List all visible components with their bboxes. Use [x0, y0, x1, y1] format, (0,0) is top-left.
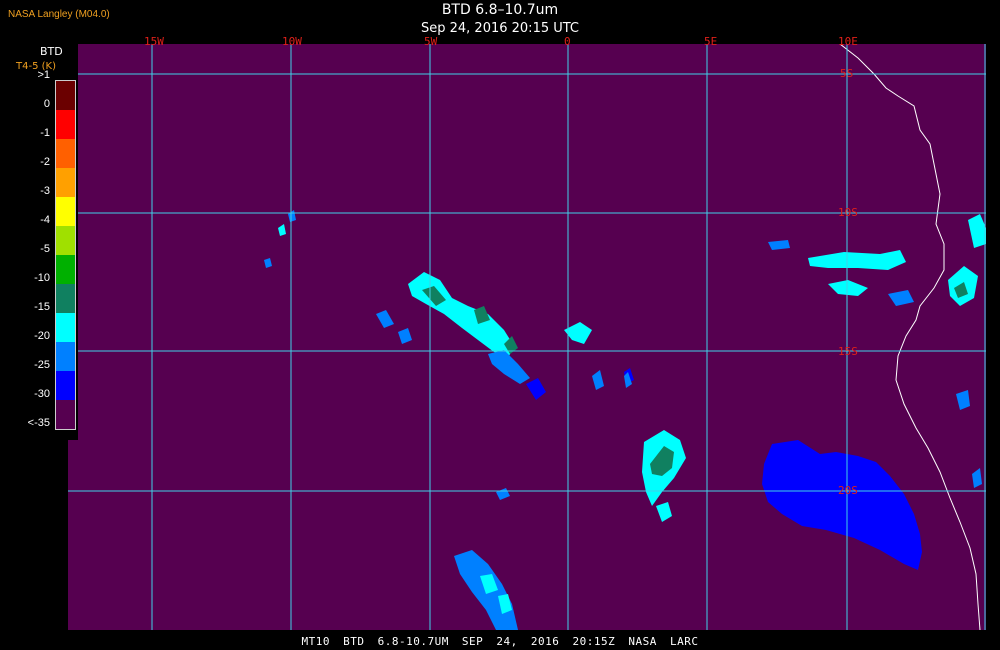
legend-title: BTD — [40, 45, 63, 58]
lon-label-5e: 5E — [704, 35, 718, 48]
lon-label-10e: 10E — [838, 35, 858, 48]
lat-label-5s: 5S — [840, 67, 854, 80]
lat-label-10s: 10S — [838, 206, 858, 219]
legend-tick-label: <-35 — [27, 417, 50, 429]
legend-swatch — [56, 197, 75, 226]
legend-tick-label: -5 — [40, 243, 50, 255]
lat-lon-grid — [68, 44, 986, 630]
satellite-map — [68, 44, 986, 630]
legend-tick-label: -15 — [34, 301, 50, 313]
legend-swatch — [56, 313, 75, 342]
legend-tick-label: -10 — [34, 272, 50, 284]
blue-cloud-area — [762, 440, 922, 570]
legend-swatch — [56, 342, 75, 371]
lat-label-15s: 15S — [838, 345, 858, 358]
legend-tick-label: -30 — [34, 388, 50, 400]
legend-swatch — [56, 226, 75, 255]
legend-tick-label: -4 — [40, 214, 50, 226]
legend-swatch — [56, 81, 75, 110]
legend-tick-label: -20 — [34, 330, 50, 342]
lat-label-20s: 20S — [838, 484, 858, 497]
lon-label-10w: 10W — [282, 35, 302, 48]
legend-swatch — [56, 139, 75, 168]
footer-caption: MT10 BTD 6.8-10.7UM SEP 24, 2016 20:15Z … — [301, 635, 699, 648]
lon-label-5w: 5W — [424, 35, 438, 48]
legend-swatch — [56, 400, 75, 429]
legend-swatch — [56, 255, 75, 284]
legend-swatch — [56, 168, 75, 197]
agency-label: NASA Langley (M04.0) — [8, 9, 110, 20]
legend-tick-label: >1 — [37, 69, 50, 81]
cyan-cloud-small — [656, 502, 672, 522]
legend-tick-label: -25 — [34, 359, 50, 371]
legend-swatch — [56, 110, 75, 139]
legend-tick-label: -2 — [40, 156, 50, 168]
legend-panel: BTD T4-5 (K) >1 0 -1 -2 -3 -4 -5 -10 -15 -20 -25 -3… — [0, 40, 78, 440]
legend-tick-label: -3 — [40, 185, 50, 197]
legend-tick-label: 0 — [43, 98, 50, 110]
legend-swatch — [56, 371, 75, 400]
lon-label-0: 0 — [564, 35, 571, 48]
map-canvas — [68, 44, 986, 630]
image-title: BTD 6.8–10.7um — [441, 2, 559, 18]
lon-label-15w: 15W — [144, 35, 164, 48]
image-timestamp: Sep 24, 2016 20:15 UTC — [420, 21, 580, 36]
legend-swatch — [56, 284, 75, 313]
legend-tick-label: -1 — [40, 127, 50, 139]
legend-colorbar — [55, 80, 76, 430]
cloud-features — [264, 210, 986, 630]
